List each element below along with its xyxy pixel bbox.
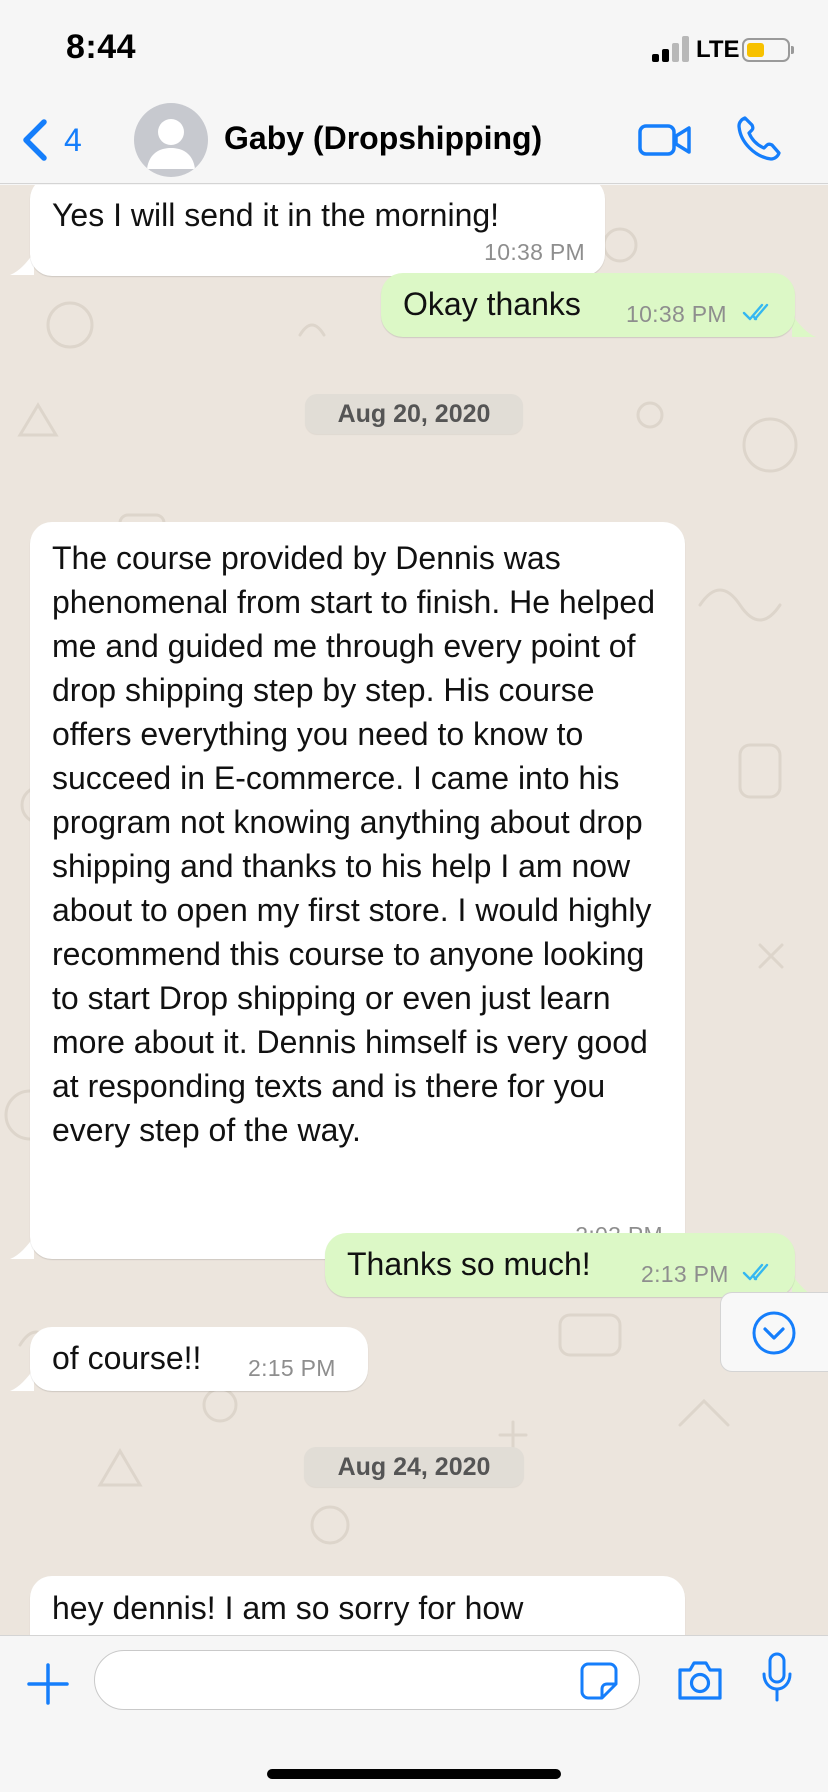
message-time: 10:38 PM [626,301,727,327]
home-indicator[interactable] [267,1769,561,1779]
battery-level [747,43,765,57]
camera-button[interactable] [676,1658,724,1702]
message-text: The course provided by Dennis was phenom… [52,540,655,1148]
whatsapp-chat-screen: 8:44 LTE 4 Gaby (Dropshipping) Yes I wil… [0,0,828,1792]
chat-header: 4 Gaby (Dropshipping) [0,96,828,184]
avatar[interactable] [134,103,208,177]
message-time: 2:13 PM [641,1261,729,1287]
read-ticks-icon [742,303,769,321]
microphone-icon [762,1652,792,1702]
camera-icon [678,1661,722,1700]
voice-call-button[interactable] [736,114,782,162]
phone-icon [737,116,781,161]
status-bar: 8:44 LTE [0,0,828,96]
network-type: LTE [696,36,740,63]
voice-message-button[interactable] [762,1652,792,1704]
message-bubble-incoming[interactable]: of course!! 2:15 PM [30,1327,368,1391]
sticker-icon [580,1662,618,1700]
message-input-bar [0,1635,828,1792]
bubble-tail [792,315,816,337]
message-bubble-outgoing[interactable]: Thanks so much! 2:13 PM [325,1233,795,1297]
message-bubble-outgoing[interactable]: Okay thanks 10:38 PM [381,273,795,337]
unread-count: 4 [64,121,82,158]
battery-icon [742,38,794,62]
video-camera-icon [638,124,691,156]
message-text: hey dennis! I am so sorry for how [52,1590,524,1626]
date-label: Aug 24, 2020 [337,1452,491,1481]
message-time: 2:15 PM [248,1355,336,1381]
date-separator: Aug 24, 2020 [304,1447,524,1487]
avatar-placeholder-icon [147,119,195,169]
video-call-button[interactable] [638,118,692,162]
contact-name[interactable]: Gaby (Dropshipping) [224,120,542,157]
message-text: Thanks so much! [347,1246,591,1282]
chat-area[interactable]: Yes I will send it in the morning! 10:38… [0,185,828,1635]
status-time: 8:44 [66,28,137,66]
attach-button[interactable] [26,1662,70,1706]
date-label: Aug 20, 2020 [337,399,491,428]
message-input[interactable] [94,1650,640,1710]
chevron-down-circle-icon [752,1311,796,1355]
read-ticks-icon [742,1263,769,1281]
message-text: of course!! [52,1340,202,1376]
message-bubble-incoming[interactable]: The course provided by Dennis was phenom… [30,522,685,1259]
back-button[interactable]: 4 [20,114,100,166]
plus-icon [27,1663,69,1705]
date-separator: Aug 20, 2020 [305,394,523,434]
message-bubble-incoming[interactable]: hey dennis! I am so sorry for how [30,1576,685,1635]
message-text: Okay thanks [403,286,581,322]
message-bubble-incoming[interactable]: Yes I will send it in the morning! 10:38… [30,185,605,276]
sticker-button[interactable] [580,1662,618,1700]
message-time: 10:38 PM [484,239,585,265]
cellular-signal-icon [652,36,690,62]
scroll-to-bottom-button[interactable] [720,1292,828,1372]
message-text: Yes I will send it in the morning! [52,197,500,233]
chevron-left-icon [23,119,47,161]
